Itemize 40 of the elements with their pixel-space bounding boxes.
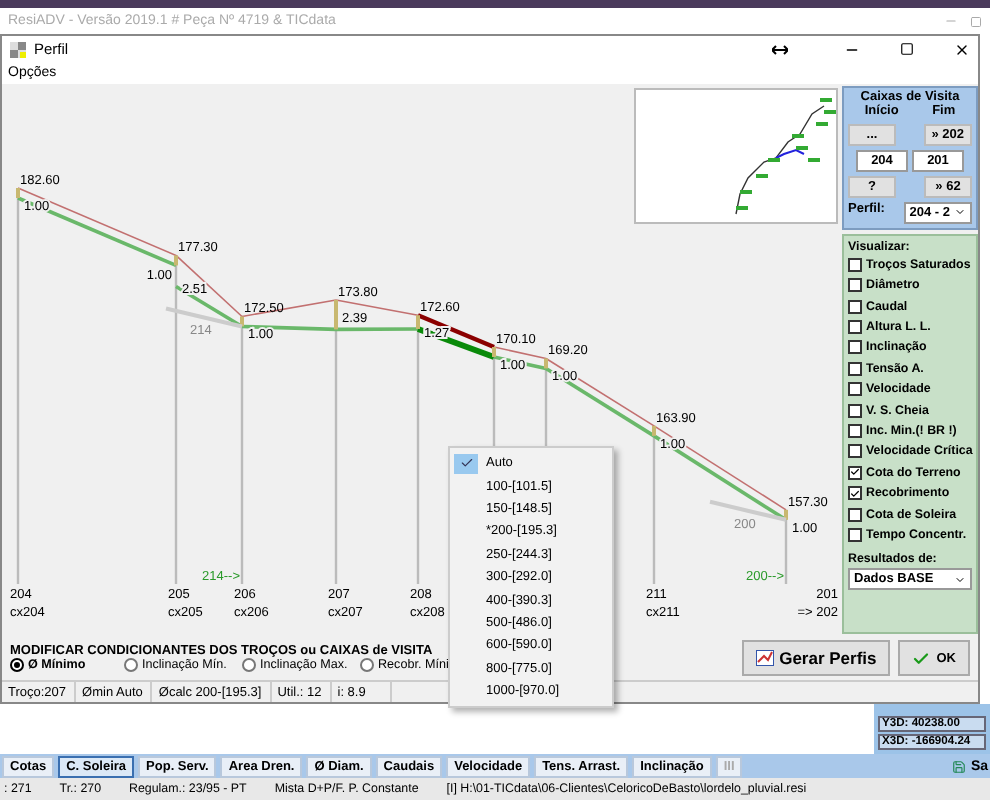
depth-marker [174, 255, 178, 266]
radio-button[interactable] [360, 658, 374, 672]
radio-button[interactable] [124, 658, 138, 672]
window-icon [10, 41, 26, 58]
depth-marker [492, 347, 496, 357]
depth-marker [652, 425, 656, 436]
branch-pipe [709, 499, 787, 522]
check-icon [912, 649, 931, 667]
checkbox[interactable] [848, 486, 862, 501]
checkbox[interactable] [848, 444, 862, 459]
depth-marker [16, 188, 20, 198]
checkbox[interactable] [848, 299, 862, 314]
depth-marker [416, 315, 420, 329]
resize-icon[interactable] [772, 43, 788, 56]
checkbox[interactable] [848, 257, 862, 272]
save-icon[interactable] [952, 759, 967, 773]
depth-marker [334, 299, 338, 330]
network-minimap-drawing [735, 98, 836, 215]
maximize-icon[interactable] [900, 42, 914, 57]
chevron-down-icon [954, 206, 966, 219]
checkbox[interactable] [848, 361, 862, 376]
radio-button[interactable] [10, 658, 24, 672]
checkbox[interactable] [848, 340, 862, 355]
checkbox[interactable] [848, 403, 862, 418]
chart-icon [755, 650, 774, 666]
chevron-down-icon [954, 573, 966, 586]
checkbox[interactable] [848, 527, 862, 542]
depth-marker [784, 509, 788, 520]
checkbox[interactable] [848, 507, 862, 521]
depth-marker [240, 316, 244, 327]
radio-button[interactable] [242, 658, 256, 672]
branch-pipe [165, 306, 243, 329]
checkbox[interactable] [848, 382, 862, 397]
close-icon[interactable] [954, 41, 970, 58]
checkbox[interactable] [848, 423, 862, 438]
checkbox[interactable] [848, 278, 862, 293]
checkbox[interactable] [848, 465, 862, 480]
checkbox[interactable] [848, 319, 862, 334]
depth-marker [544, 358, 548, 369]
generate-button[interactable]: Gerar Perfis [741, 640, 891, 676]
